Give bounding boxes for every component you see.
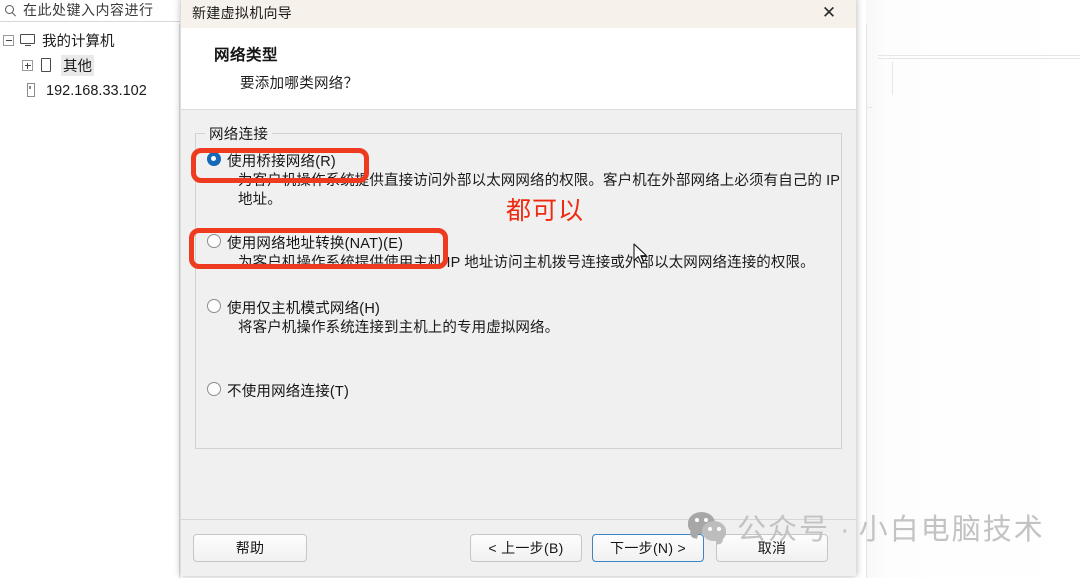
next-button[interactable]: 下一步(N) > [592, 534, 704, 562]
tree-item-my-computer[interactable]: 我的计算机 [0, 28, 180, 53]
annotation-note: 都可以 [506, 196, 585, 225]
monitor-icon [20, 33, 37, 48]
dialog-footer: 帮助 < 上一步(B) 下一步(N) > 取消 [181, 520, 856, 576]
folder-icon [39, 58, 56, 73]
search-placeholder-text: 在此处键入内容进行 [23, 2, 154, 18]
mouse-cursor [633, 243, 649, 267]
radio-button-icon[interactable] [207, 382, 221, 396]
page-subtitle: 要添加哪类网络？ [240, 76, 359, 92]
screen: 在此处键入内容进行 我的计算机 其他 192.168.33.102 新建虚拟机向… [0, 0, 1080, 578]
help-button[interactable]: 帮助 [193, 534, 307, 562]
tree-item-label: 192.168.33.102 [46, 82, 147, 99]
dialog-titlebar[interactable]: 新建虚拟机向导 ✕ [181, 0, 856, 28]
radio-button-selected-icon[interactable] [207, 152, 221, 166]
groupbox-legend: 网络连接 [205, 123, 273, 144]
radio-button-icon[interactable] [207, 299, 221, 313]
back-button[interactable]: < 上一步(B) [470, 534, 582, 562]
tree-item-host-ip[interactable]: 192.168.33.102 [0, 78, 180, 103]
page-title: 网络类型 [214, 47, 279, 64]
computer-tree: 我的计算机 其他 192.168.33.102 [0, 28, 180, 103]
cancel-button[interactable]: 取消 [716, 534, 828, 562]
background-right-panel [866, 0, 1080, 578]
divider-top [0, 21, 180, 22]
panel-line [892, 62, 893, 95]
dialog-header: 网络类型 要添加哪类网络？ [181, 28, 856, 110]
panel-line [878, 58, 1080, 59]
tree-item-label: 其他 [61, 55, 94, 76]
radio-option-description: 为客户机操作系统提供使用主机 IP 地址访问主机拨号连接或外部以太网网络连接的权… [238, 255, 815, 271]
radio-option-label: 使用网络地址转换(NAT)(E) [227, 236, 404, 252]
radio-option-no-network[interactable]: 不使用网络连接(T) [207, 380, 841, 401]
panel-line [866, 107, 872, 108]
collapse-icon[interactable] [3, 35, 14, 46]
expand-icon[interactable] [22, 60, 33, 71]
server-icon [24, 83, 41, 98]
radio-option-nat[interactable]: 使用网络地址转换(NAT)(E) 为客户机操作系统提供使用主机 IP 地址访问主… [207, 232, 841, 273]
new-vm-wizard-dialog: 新建虚拟机向导 ✕ 网络类型 要添加哪类网络？ 网络连接 使用桥接网络(R) 为… [181, 0, 856, 576]
radio-option-description: 将客户机操作系统连接到主机上的专用虚拟网络。 [238, 320, 560, 336]
close-icon[interactable]: ✕ [810, 0, 848, 28]
tree-item-label: 我的计算机 [42, 34, 115, 50]
search-icon [4, 4, 17, 17]
radio-button-icon[interactable] [207, 234, 221, 248]
dialog-title: 新建虚拟机向导 [192, 5, 293, 21]
network-connection-groupbox: 网络连接 使用桥接网络(R) 为客户机操作系统提供直接访问外部以太网网络的权限。… [195, 123, 842, 449]
radio-option-label: 使用桥接网络(R) [227, 154, 336, 170]
radio-option-label: 不使用网络连接(T) [227, 384, 350, 400]
tree-item-other[interactable]: 其他 [0, 53, 180, 78]
dialog-body: 网络连接 使用桥接网络(R) 为客户机操作系统提供直接访问外部以太网网络的权限。… [181, 110, 856, 449]
radio-option-label: 使用仅主机模式网络(H) [227, 301, 381, 317]
panel-divider-left [179, 24, 180, 578]
network-option-list: 使用桥接网络(R) 为客户机操作系统提供直接访问外部以太网网络的权限。客户机在外… [196, 134, 841, 401]
radio-option-host-only[interactable]: 使用仅主机模式网络(H) 将客户机操作系统连接到主机上的专用虚拟网络。 [207, 297, 841, 338]
panel-line [878, 55, 1080, 56]
